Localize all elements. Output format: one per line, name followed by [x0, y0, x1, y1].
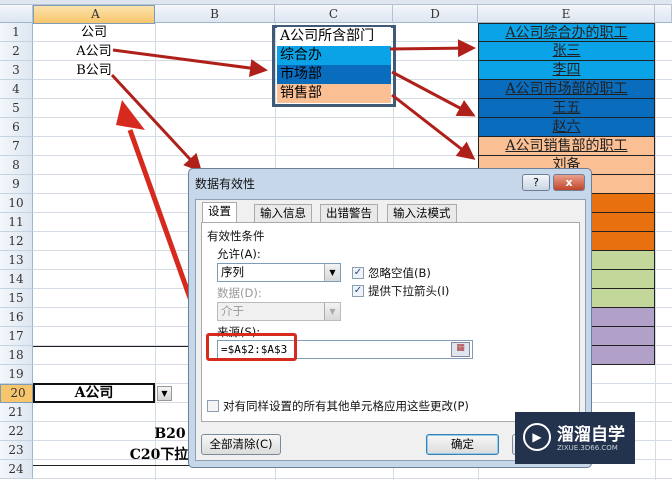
arrow	[112, 48, 268, 77]
dialog-title: 数据有效性	[195, 177, 256, 191]
ignore-blank-checkbox[interactable]: ✓	[352, 267, 364, 279]
highlight-box	[206, 333, 297, 361]
help-button[interactable]: ?	[522, 174, 550, 191]
ignore-blank-label: 忽略空值(B)	[368, 266, 431, 280]
tab-settings[interactable]: 设置	[202, 202, 237, 223]
dropdown-checkbox[interactable]: ✓	[352, 285, 364, 297]
tab-input-message[interactable]: 输入信息	[254, 204, 312, 222]
arrow	[391, 70, 476, 117]
allow-select[interactable]: 序列 ▼	[217, 263, 341, 282]
play-icon: ▶	[523, 423, 551, 451]
chevron-down-icon[interactable]: ▼	[324, 264, 340, 281]
chevron-down-icon[interactable]: ▼	[324, 303, 340, 320]
data-value: 介于	[221, 304, 244, 318]
tab-error-alert[interactable]: 出错警告	[320, 204, 378, 222]
watermark: ▶ 溜溜自学 ZIXUE.3D66.COM	[515, 412, 635, 464]
watermark-name: 溜溜自学	[557, 425, 625, 445]
allow-label: 允许(A):	[217, 247, 261, 261]
clear-all-button[interactable]: 全部清除(C)	[201, 434, 281, 455]
tab-ime-mode[interactable]: 输入法模式	[387, 204, 457, 222]
close-button[interactable]: x	[553, 174, 585, 191]
arrow	[389, 39, 476, 58]
data-label: 数据(D):	[217, 286, 262, 300]
group-label: 有效性条件	[207, 229, 265, 243]
watermark-url: ZIXUE.3D66.COM	[557, 444, 618, 452]
settings-panel: 有效性条件 允许(A): 序列 ▼ 数据(D): 介于 ▼ ✓ 忽略空值(B) ✓ …	[201, 222, 580, 422]
allow-value: 序列	[221, 265, 244, 279]
arrow	[391, 93, 476, 160]
dropdown-label: 提供下拉箭头(I)	[368, 284, 450, 298]
apply-all-label: 对有同样设置的所有其他单元格应用这些更改(P)	[223, 399, 469, 413]
data-select[interactable]: 介于 ▼	[217, 302, 341, 321]
range-select-icon[interactable]: ▦	[451, 342, 470, 357]
apply-all-checkbox[interactable]	[207, 400, 219, 412]
ok-button[interactable]: 确定	[426, 434, 499, 455]
